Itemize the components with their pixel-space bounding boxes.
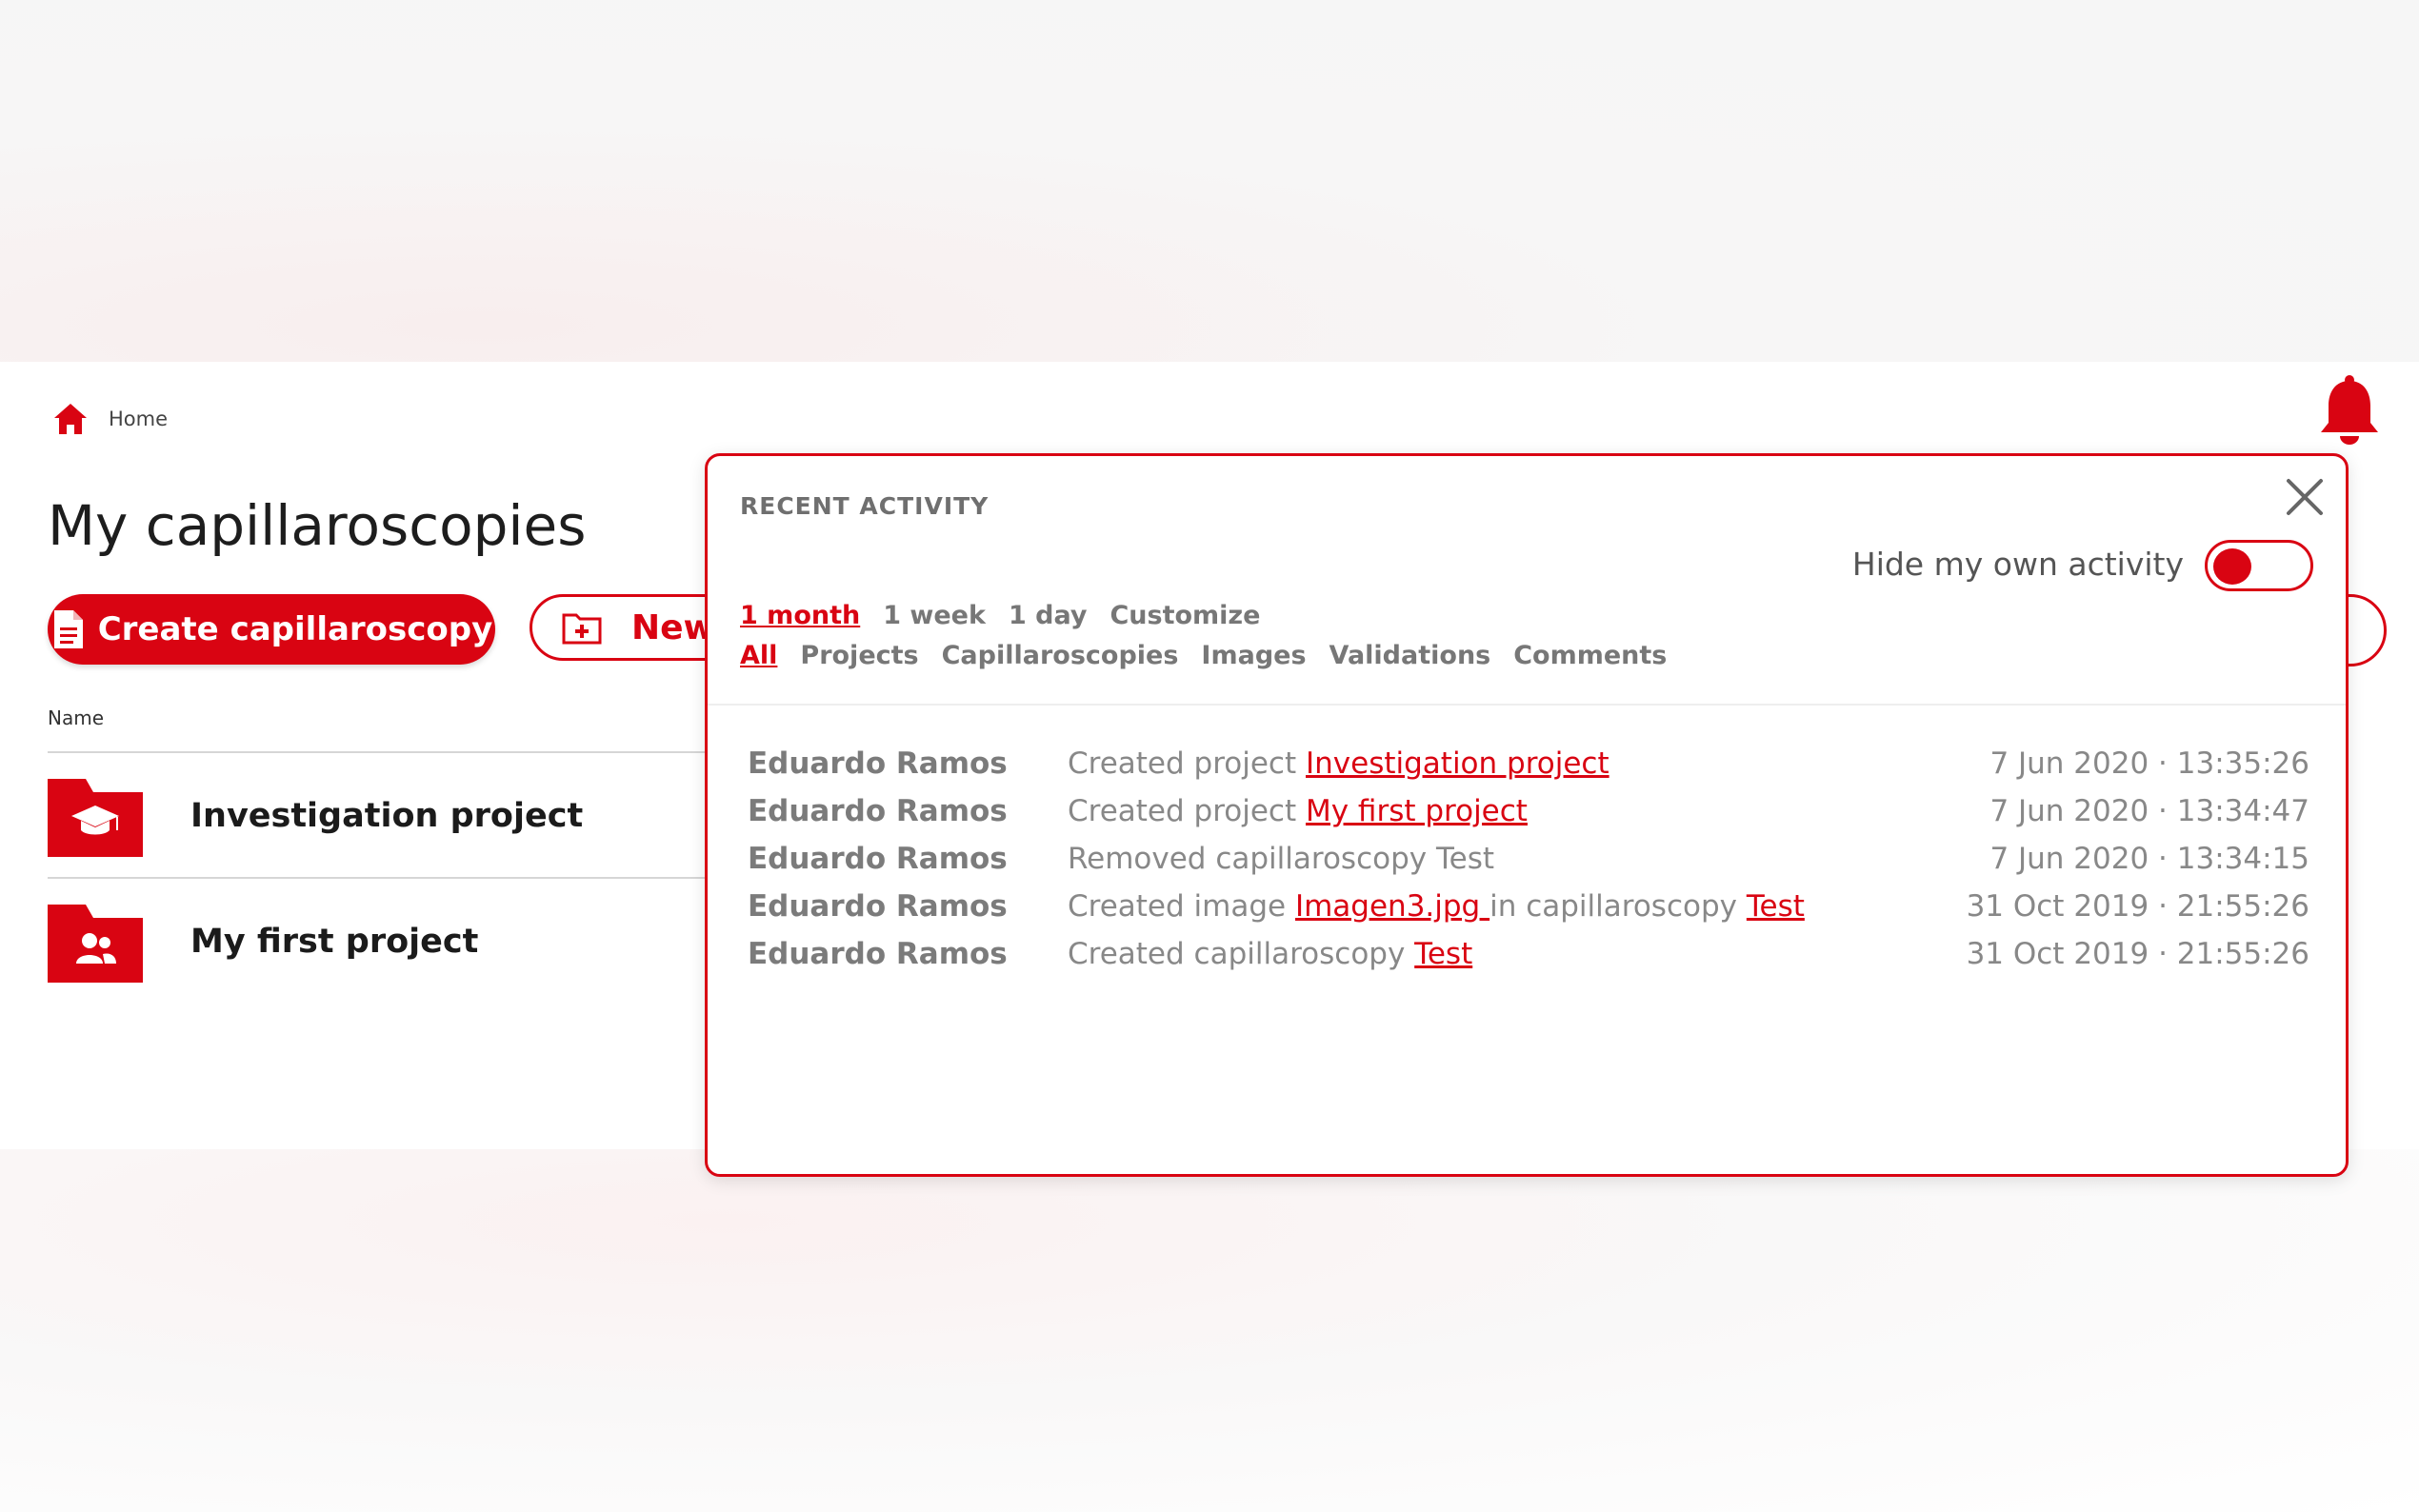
activity-link[interactable]: Test bbox=[1747, 889, 1805, 924]
activity-text: Created capillaroscopy bbox=[1068, 937, 1415, 971]
project-name: My first project bbox=[190, 923, 479, 961]
filter-1-week[interactable]: 1 week bbox=[883, 601, 986, 630]
activity-user: Eduardo Ramos bbox=[748, 842, 1008, 876]
panel-title: RECENT ACTIVITY bbox=[740, 492, 990, 520]
activity-date: 7 Jun 2020 · 13:34:15 bbox=[1989, 842, 2309, 876]
activity-date: 31 Oct 2019 · 21:55:26 bbox=[1966, 889, 2309, 924]
new-button-label: New bbox=[631, 607, 715, 647]
hide-own-activity-toggle[interactable] bbox=[2205, 540, 2313, 591]
graduation-cap-folder-icon bbox=[48, 775, 143, 857]
activity-user: Eduardo Ramos bbox=[748, 889, 1008, 924]
activity-link[interactable]: Test bbox=[1414, 937, 1472, 971]
create-capillaroscopy-label: Create capillaroscopy bbox=[97, 610, 493, 648]
activity-date: 31 Oct 2019 · 21:55:26 bbox=[1966, 937, 2309, 971]
type-filter-tabs: All Projects Capillaroscopies Images Val… bbox=[740, 641, 1689, 670]
time-filter-tabs: 1 month 1 week 1 day Customize bbox=[740, 601, 1283, 630]
home-icon[interactable] bbox=[51, 400, 90, 438]
activity-user: Eduardo Ramos bbox=[748, 746, 1008, 781]
breadcrumb-home-label[interactable]: Home bbox=[109, 408, 168, 430]
activity-link[interactable]: Investigation project bbox=[1306, 746, 1609, 781]
filter-images[interactable]: Images bbox=[1201, 641, 1306, 670]
activity-row: Eduardo Ramos Removed capillaroscopy Tes… bbox=[748, 835, 2309, 883]
create-capillaroscopy-button[interactable]: Create capillaroscopy bbox=[48, 594, 495, 665]
page-title: My capillaroscopies bbox=[48, 493, 587, 558]
recent-activity-panel: RECENT ACTIVITY Hide my own activity 1 m… bbox=[705, 453, 2349, 1177]
users-folder-icon bbox=[48, 901, 143, 983]
activity-row: Eduardo Ramos Created image Imagen3.jpg … bbox=[748, 883, 2309, 930]
activity-text: Removed capillaroscopy Test bbox=[1068, 842, 1495, 876]
hide-own-activity-label: Hide my own activity bbox=[1851, 546, 2184, 583]
list-divider bbox=[48, 877, 714, 879]
toggle-knob bbox=[2213, 548, 2251, 585]
activity-user: Eduardo Ramos bbox=[748, 937, 1008, 971]
backdrop-bottom bbox=[0, 1149, 2419, 1512]
activity-date: 7 Jun 2020 · 13:34:47 bbox=[1989, 794, 2309, 828]
filter-capillaroscopies[interactable]: Capillaroscopies bbox=[942, 641, 1179, 670]
list-divider bbox=[48, 751, 714, 753]
activity-row: Eduardo Ramos Created project My first p… bbox=[748, 787, 2309, 835]
folder-plus-icon bbox=[561, 609, 603, 646]
panel-divider bbox=[708, 704, 2346, 706]
backdrop-top bbox=[0, 0, 2419, 362]
notification-bell-icon[interactable] bbox=[2316, 373, 2383, 446]
activity-text: Created project bbox=[1068, 746, 1306, 781]
filter-validations[interactable]: Validations bbox=[1329, 641, 1491, 670]
list-item[interactable]: Investigation project bbox=[48, 754, 714, 878]
activity-text: Created image bbox=[1068, 889, 1295, 924]
activity-user: Eduardo Ramos bbox=[748, 794, 1008, 828]
breadcrumb: Home bbox=[51, 400, 168, 438]
filter-customize[interactable]: Customize bbox=[1110, 601, 1260, 630]
activity-text: in capillaroscopy bbox=[1489, 889, 1747, 924]
activity-link[interactable]: Imagen3.jpg bbox=[1295, 889, 1489, 924]
filter-comments[interactable]: Comments bbox=[1513, 641, 1667, 670]
filter-1-day[interactable]: 1 day bbox=[1009, 601, 1088, 630]
activity-row: Eduardo Ramos Created project Investigat… bbox=[748, 740, 2309, 787]
filter-all[interactable]: All bbox=[740, 641, 777, 670]
activity-link[interactable]: My first project bbox=[1306, 794, 1528, 828]
activity-text: Created project bbox=[1068, 794, 1306, 828]
list-item[interactable]: My first project bbox=[48, 880, 714, 1004]
activity-date: 7 Jun 2020 · 13:35:26 bbox=[1989, 746, 2309, 781]
activity-list: Eduardo Ramos Created project Investigat… bbox=[748, 740, 2309, 978]
filter-projects[interactable]: Projects bbox=[800, 641, 918, 670]
document-icon bbox=[50, 608, 87, 650]
filter-1-month[interactable]: 1 month bbox=[740, 601, 860, 630]
close-icon[interactable] bbox=[2283, 475, 2327, 519]
column-header-name[interactable]: Name bbox=[48, 706, 104, 729]
activity-row: Eduardo Ramos Created capillaroscopy Tes… bbox=[748, 930, 2309, 978]
project-name: Investigation project bbox=[190, 797, 584, 835]
